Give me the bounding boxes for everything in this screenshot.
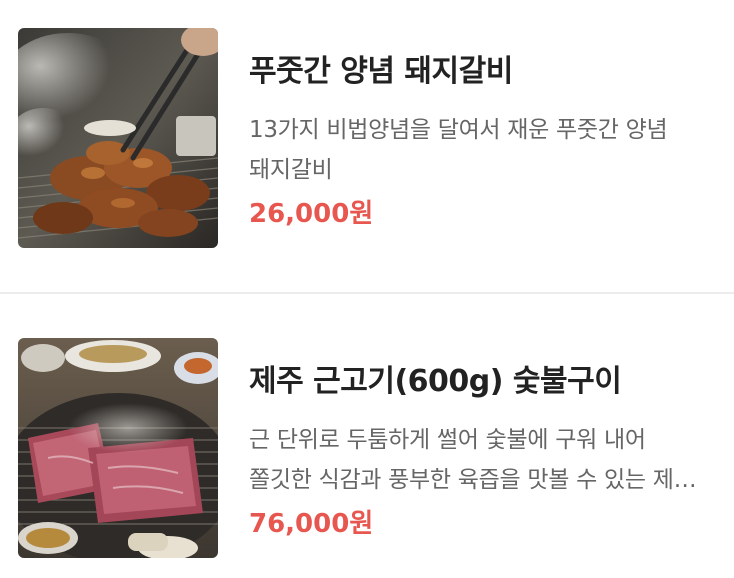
menu-item-name: 제주 근고기(600g) 숯불구이 bbox=[249, 364, 622, 399]
menu-item-price: 76,000원 bbox=[249, 509, 374, 539]
menu-item-pork-ribs[interactable]: 푸줏간 양념 돼지갈비 13가지 비법양념을 달여서 재운 푸줏간 양념 돼지갈… bbox=[0, 0, 734, 292]
menu-item-info: 푸줏간 양념 돼지갈비 13가지 비법양념을 달여서 재운 푸줏간 양념 돼지갈… bbox=[249, 50, 714, 234]
menu-item-image bbox=[18, 338, 218, 558]
menu-item-jeju-pork[interactable]: 제주 근고기(600g) 숯불구이 근 단위로 두툼하게 썰어 숯불에 구워 내… bbox=[0, 294, 734, 578]
menu-item-description: 근 단위로 두툼하게 썰어 숯불에 구워 내어 쫄깃한 식감과 풍부한 육즙을 … bbox=[249, 427, 695, 493]
menu-item-info: 제주 근고기(600g) 숯불구이 근 단위로 두툼하게 썰어 숯불에 구워 내… bbox=[249, 360, 714, 544]
menu-item-name: 푸줏간 양념 돼지갈비 bbox=[249, 54, 513, 89]
menu-item-price: 26,000원 bbox=[249, 199, 374, 229]
menu-item-description: 13가지 비법양념을 달여서 재운 푸줏간 양념 돼지갈비 bbox=[249, 117, 668, 183]
menu-list: 푸줏간 양념 돼지갈비 13가지 비법양념을 달여서 재운 푸줏간 양념 돼지갈… bbox=[0, 0, 734, 578]
menu-item-image bbox=[18, 28, 218, 248]
